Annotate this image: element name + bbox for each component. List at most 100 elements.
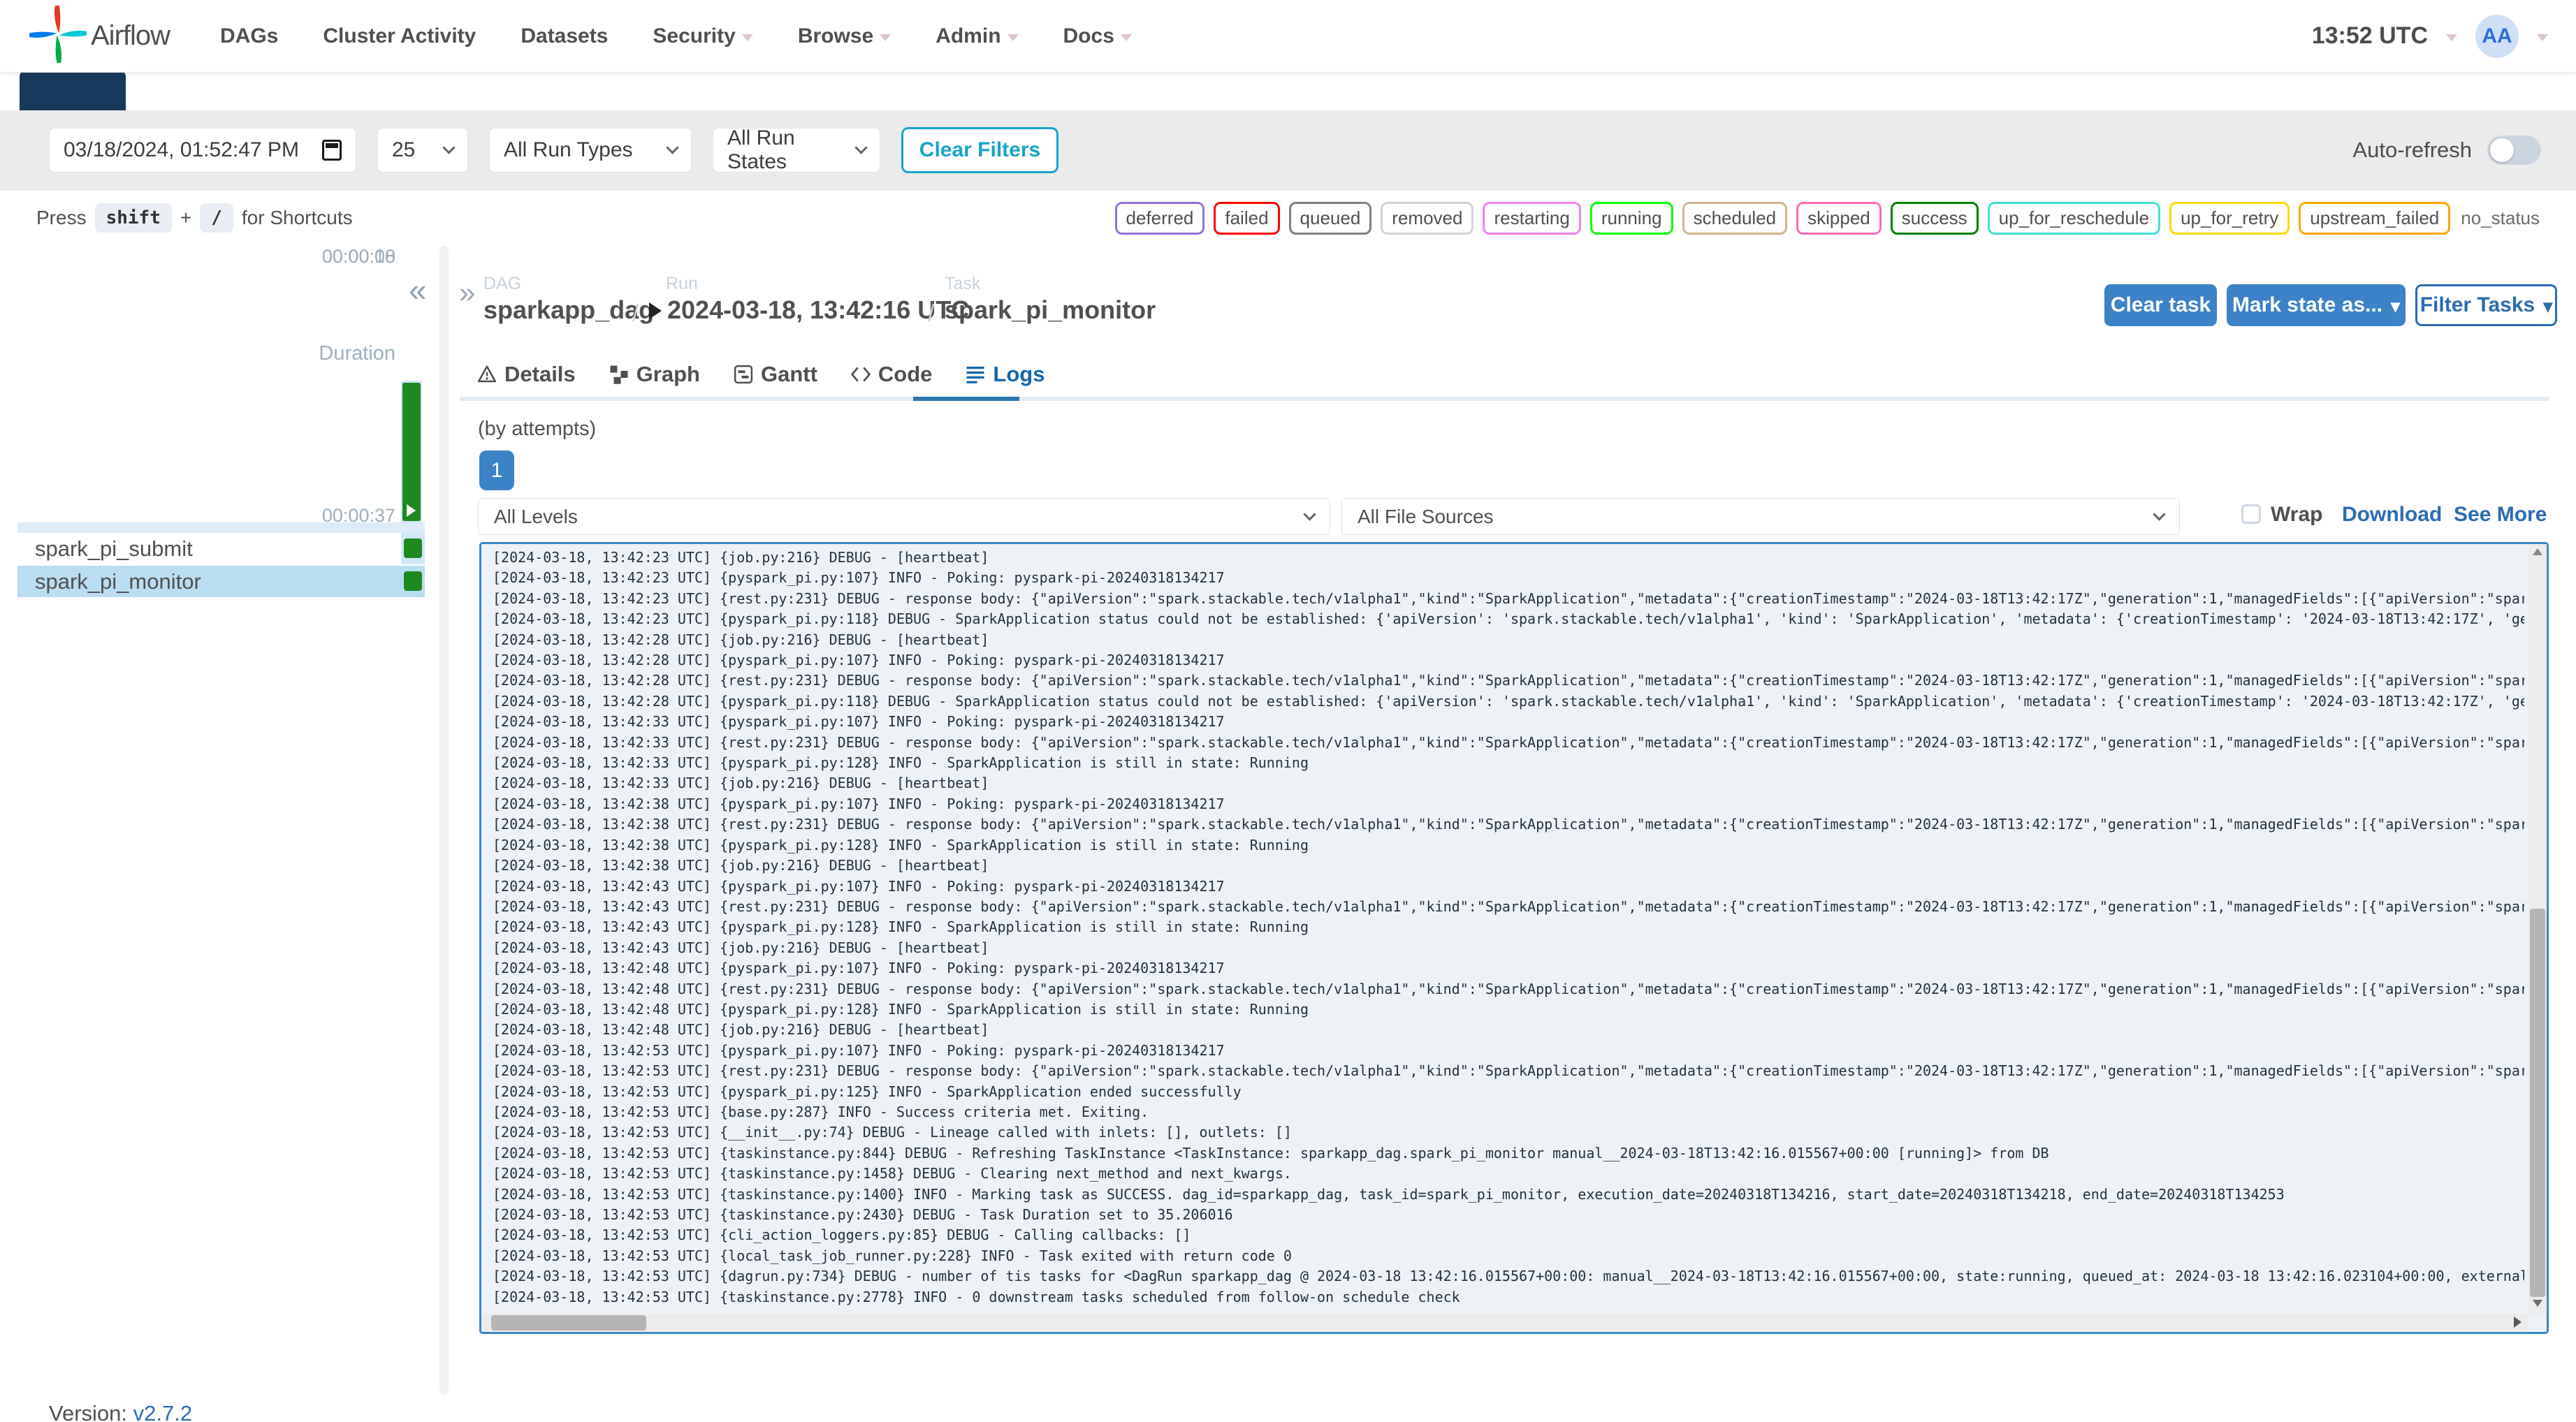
expand-panel-icon[interactable]: » xyxy=(459,278,475,307)
log-line: [2024-03-18, 13:42:43 UTC] {pyspark_pi.p… xyxy=(493,877,1225,895)
log-line: [2024-03-18, 13:42:38 UTC] {pyspark_pi.p… xyxy=(493,836,1309,853)
caret-down-icon xyxy=(1120,34,1132,41)
attempt-1-button[interactable]: 1 xyxy=(479,450,514,490)
warning-triangle-icon xyxy=(476,364,497,385)
log-line: [2024-03-18, 13:42:38 UTC] {rest.py:231}… xyxy=(493,816,2524,833)
log-line: [2024-03-18, 13:42:53 UTC] {pyspark_pi.p… xyxy=(493,1083,1242,1100)
log-vertical-scrollbar[interactable] xyxy=(2528,544,2547,1314)
log-line: [2024-03-18, 13:42:43 UTC] {rest.py:231}… xyxy=(493,897,2524,915)
breadcrumb-run: Run 2024-03-18, 13:42:16 UTC xyxy=(649,274,969,325)
horizontal-scroll-thumb[interactable] xyxy=(491,1315,646,1331)
collapse-sidebar-icon[interactable]: « xyxy=(409,274,427,306)
sidebar-scrollbar[interactable] xyxy=(439,246,449,1395)
run-link[interactable]: 2024-03-18, 13:42:16 UTC xyxy=(649,295,969,325)
log-line: [2024-03-18, 13:42:53 UTC] {taskinstance… xyxy=(493,1288,1460,1305)
graph-icon xyxy=(609,364,630,385)
file-source-select[interactable]: All File Sources xyxy=(1341,498,2180,535)
task-row-spark-pi-submit[interactable]: spark_pi_submit xyxy=(17,533,425,564)
caret-down-icon xyxy=(741,34,753,41)
breadcrumb-task: Task spark_pi_monitor xyxy=(945,274,1156,325)
run-label: Run xyxy=(666,274,698,293)
nav-item-label: Datasets xyxy=(521,24,609,47)
user-menu-caret-icon[interactable] xyxy=(2537,34,2548,41)
state-badge-up-for-retry: up_for_retry xyxy=(2169,201,2290,235)
log-line: [2024-03-18, 13:42:28 UTC] {job.py:216} … xyxy=(493,631,989,648)
caret-down-icon: ▾ xyxy=(2391,295,2401,316)
base-date-input[interactable]: 03/18/2024, 01:52:47 PM xyxy=(49,127,356,173)
tab-label: Graph xyxy=(636,362,700,386)
tab-details[interactable]: Details xyxy=(476,362,576,387)
plus-sign: + xyxy=(180,207,192,228)
airflow-brand[interactable]: Airflow xyxy=(22,0,170,70)
tab-gantt[interactable]: Gantt xyxy=(733,362,817,387)
page-size-value: 25 xyxy=(392,138,416,161)
tab-graph[interactable]: Graph xyxy=(609,362,700,387)
filter-tasks-label: Filter Tasks xyxy=(2419,293,2535,316)
nav-item-security[interactable]: Security xyxy=(653,24,753,48)
run-types-select[interactable]: All Run Types xyxy=(489,127,692,173)
nav-item-browse[interactable]: Browse xyxy=(798,24,892,48)
log-line: [2024-03-18, 13:42:53 UTC] {rest.py:231}… xyxy=(493,1062,2524,1080)
tab-underline xyxy=(460,397,2549,401)
caret-down-icon: ▾ xyxy=(2543,295,2553,316)
auto-refresh-toggle[interactable] xyxy=(2487,135,2541,165)
dag-run-duration-bar[interactable] xyxy=(402,383,421,521)
page-size-select[interactable]: 25 xyxy=(377,127,468,173)
log-line: [2024-03-18, 13:42:28 UTC] {pyspark_pi.p… xyxy=(493,692,2524,710)
log-line: [2024-03-18, 13:42:53 UTC] {pyspark_pi.p… xyxy=(493,1041,1225,1059)
user-avatar[interactable]: AA xyxy=(2475,14,2519,58)
download-link[interactable]: Download xyxy=(2342,503,2442,527)
log-line: [2024-03-18, 13:42:53 UTC] {cli_action_l… xyxy=(493,1226,1191,1244)
slash-key: / xyxy=(200,203,233,233)
scroll-down-icon[interactable] xyxy=(2533,1300,2542,1307)
state-badge-up-for-reschedule: up_for_reschedule xyxy=(1987,201,2161,235)
auto-refresh-label: Auto-refresh xyxy=(2352,137,2472,162)
base-date-value: 03/18/2024, 01:52:47 PM xyxy=(64,138,299,161)
nav-item-label: DAGs xyxy=(220,24,279,47)
mark-state-button[interactable]: Mark state as... ▾ xyxy=(2227,284,2406,326)
task-row-spark-pi-monitor[interactable]: spark_pi_monitor xyxy=(17,566,425,597)
wrap-checkbox[interactable] xyxy=(2241,504,2261,524)
log-line: [2024-03-18, 13:42:48 UTC] {pyspark_pi.p… xyxy=(493,960,1225,977)
tab-label: Details xyxy=(504,362,576,386)
partial-scrolled-button[interactable] xyxy=(20,70,126,110)
see-more-link[interactable]: See More xyxy=(2454,503,2547,527)
log-line: [2024-03-18, 13:42:33 UTC] {job.py:216} … xyxy=(493,775,989,792)
tab-code[interactable]: Code xyxy=(850,362,932,387)
task-list-divider xyxy=(17,522,425,533)
clear-task-button[interactable]: Clear task xyxy=(2104,284,2217,326)
version-footer: Version: v2.7.2 xyxy=(49,1401,192,1422)
filter-tasks-button[interactable]: Filter Tasks ▾ xyxy=(2415,284,2557,326)
utc-clock[interactable]: 13:52 UTC xyxy=(2312,22,2428,50)
log-horizontal-scrollbar[interactable] xyxy=(481,1314,2528,1332)
version-link[interactable]: v2.7.2 xyxy=(133,1401,192,1422)
scroll-right-icon[interactable] xyxy=(2514,1317,2522,1328)
tab-logs[interactable]: Logs xyxy=(965,362,1045,387)
run-states-value: All Run States xyxy=(727,126,795,173)
nav-item-docs[interactable]: Docs xyxy=(1063,24,1132,48)
task-link[interactable]: spark_pi_monitor xyxy=(945,295,1156,325)
calendar-icon[interactable] xyxy=(322,139,342,161)
run-states-select[interactable]: All Run States xyxy=(713,126,880,173)
manual-run-icon xyxy=(407,504,416,517)
shortcut-hint: Press shift + / for Shortcuts xyxy=(36,203,353,233)
task-instance-square[interactable] xyxy=(404,571,422,591)
log-level-select[interactable]: All Levels xyxy=(478,498,1330,535)
log-line: [2024-03-18, 13:42:53 UTC] {dagrun.py:73… xyxy=(493,1268,2524,1285)
task-instance-square[interactable] xyxy=(404,538,422,558)
airflow-logo-icon xyxy=(22,0,94,70)
by-attempts-label: (by attempts) xyxy=(478,418,597,440)
clear-filters-button[interactable]: Clear Filters xyxy=(901,126,1058,173)
scroll-up-icon[interactable] xyxy=(2533,548,2542,555)
nav-item-dags[interactable]: DAGs xyxy=(220,24,278,48)
nav-item-admin[interactable]: Admin xyxy=(936,24,1019,48)
shortcut-suffix: for Shortcuts xyxy=(241,207,353,228)
log-output-panel: [2024-03-18, 13:42:23 UTC] {job.py:216} … xyxy=(479,542,2549,1334)
clock-caret-icon[interactable] xyxy=(2446,34,2457,41)
nav-item-datasets[interactable]: Datasets xyxy=(521,24,608,48)
log-line: [2024-03-18, 13:42:53 UTC] {taskinstance… xyxy=(493,1206,1233,1223)
vertical-scroll-thumb[interactable] xyxy=(2530,909,2545,1297)
task-tabs: Details Graph Gantt Code Logs xyxy=(476,353,1045,396)
dag-link[interactable]: sparkapp_dag xyxy=(483,295,654,325)
nav-item-cluster-activity[interactable]: Cluster Activity xyxy=(323,24,476,48)
